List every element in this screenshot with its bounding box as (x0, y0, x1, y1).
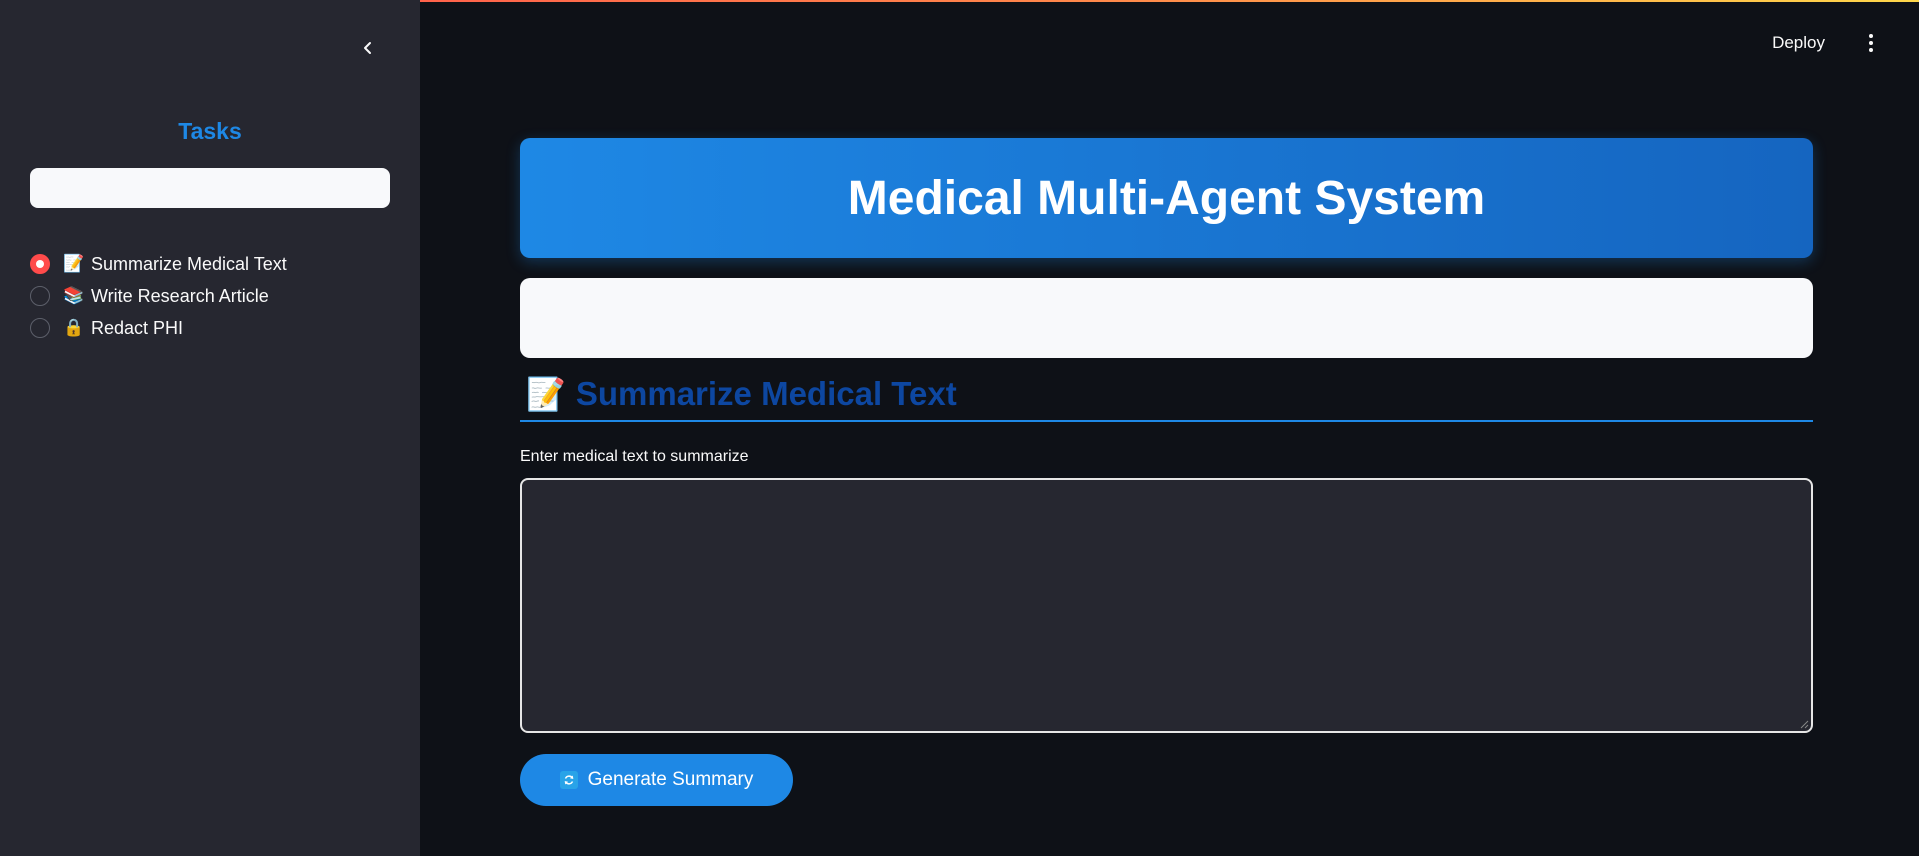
task-option-label: Redact PHI (91, 317, 184, 338)
sidebar-title: Tasks (178, 118, 242, 144)
more-vertical-icon (1869, 34, 1873, 38)
more-vertical-icon (1869, 48, 1873, 52)
radio-button[interactable] (30, 286, 50, 306)
task-radio-group: 📝 Summarize Medical Text 📚 Write Researc… (30, 248, 287, 344)
deploy-button[interactable]: Deploy (1772, 33, 1825, 53)
task-option-label: Write Research Article (91, 285, 269, 306)
task-option-write-article[interactable]: 📚 Write Research Article (30, 280, 287, 312)
page-title: Medical Multi-Agent System (847, 171, 1486, 225)
radio-button[interactable] (30, 318, 50, 338)
task-option-redact-phi[interactable]: 🔒 Redact PHI (30, 312, 287, 344)
more-vertical-icon (1869, 41, 1873, 45)
task-option-label: Summarize Medical Text (91, 253, 287, 274)
app-banner: Medical Multi-Agent System (520, 138, 1813, 258)
lock-icon: 🔒 (63, 318, 85, 337)
memo-icon: 📝 (526, 376, 566, 412)
section-title: Summarize Medical Text (575, 375, 957, 412)
generate-summary-label: Generate Summary (587, 769, 754, 790)
task-option-summarize[interactable]: 📝 Summarize Medical Text (30, 248, 287, 280)
generate-summary-button[interactable]: Generate Summary (520, 754, 793, 806)
medical-text-input[interactable] (520, 478, 1813, 733)
main-menu-button[interactable] (1861, 32, 1881, 54)
sidebar-info-box (30, 168, 390, 208)
sidebar-collapse-button[interactable] (355, 35, 381, 61)
memo-icon: 📝 (63, 254, 85, 273)
sidebar: Tasks 📝 Summarize Medical Text 📚 Write R… (0, 0, 420, 856)
chevron-left-icon (364, 42, 371, 54)
refresh-icon (559, 771, 578, 789)
resize-handle-icon[interactable] (1799, 719, 1809, 729)
radio-button[interactable] (30, 254, 50, 274)
input-label: Enter medical text to summarize (520, 448, 749, 465)
section-header: 📝 Summarize Medical Text (520, 368, 1813, 422)
info-panel (520, 278, 1813, 358)
books-icon: 📚 (63, 286, 85, 305)
main-content: Deploy Medical Multi-Agent System 📝 Summ… (420, 0, 1919, 856)
